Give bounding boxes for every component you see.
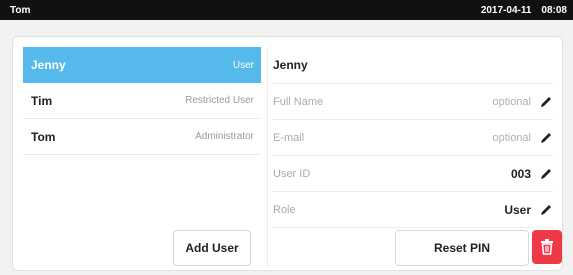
field-label: E-mail (273, 131, 305, 144)
field-label: Role (273, 203, 296, 216)
field-label: User ID (273, 167, 311, 180)
details-title: Jenny (271, 47, 553, 84)
field-value: 003 (510, 166, 531, 181)
user-role: User (232, 59, 254, 71)
user-name: Jenny (31, 58, 66, 72)
user-name: Tim (31, 93, 53, 108)
field-full-name[interactable]: Full Name optional (271, 84, 553, 120)
trash-icon (541, 239, 553, 255)
field-value: optional (492, 95, 531, 108)
date: 2017-04-11 (480, 4, 532, 16)
user-item-tom[interactable]: Tom Administrator (23, 119, 261, 155)
status-bar: Tom 2017-04-11 08:08 (0, 0, 573, 20)
field-role[interactable]: Role User (271, 192, 553, 228)
field-value: User (504, 202, 531, 217)
user-details: Jenny Full Name optional E-mail optional (271, 47, 553, 228)
field-user-id[interactable]: User ID 003 (271, 156, 553, 192)
current-user: Tom (10, 4, 31, 16)
datetime: 2017-04-11 08:08 (481, 5, 567, 16)
user-role: Restricted User (185, 95, 254, 106)
reset-pin-button[interactable]: Reset PIN (395, 230, 529, 266)
time: 08:08 (541, 4, 567, 16)
pencil-icon[interactable] (539, 131, 553, 145)
pencil-icon[interactable] (539, 167, 553, 181)
field-value: optional (492, 131, 531, 144)
pencil-icon[interactable] (539, 95, 553, 109)
user-management-panel: Jenny User Tim Restricted User Tom Admin… (12, 36, 563, 271)
field-label: Full Name (273, 95, 324, 108)
user-item-jenny[interactable]: Jenny User (23, 47, 261, 83)
field-email[interactable]: E-mail optional (271, 120, 553, 156)
delete-user-button[interactable] (532, 230, 562, 264)
user-item-tim[interactable]: Tim Restricted User (23, 83, 261, 119)
divider (267, 47, 268, 267)
pencil-icon[interactable] (539, 203, 553, 217)
user-role: Administrator (195, 131, 254, 142)
add-user-button[interactable]: Add User (173, 230, 251, 266)
user-name: Tom (31, 129, 56, 144)
